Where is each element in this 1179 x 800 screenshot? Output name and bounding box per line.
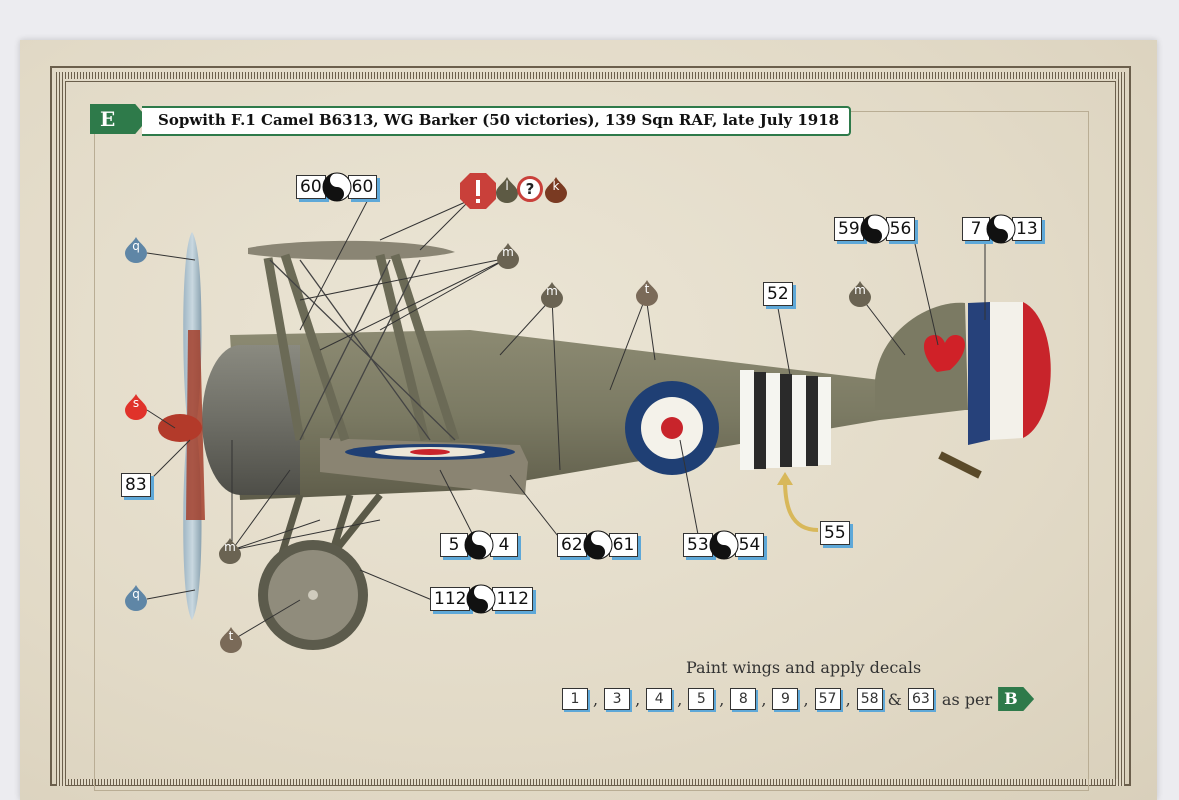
decal-ref: 57 [814, 688, 841, 710]
scheme-ref-tag: B [998, 687, 1035, 711]
callout-112: 112 112 [430, 584, 533, 614]
decal-number: 56 [885, 217, 916, 241]
paint-drop-q-icon: q [125, 585, 147, 611]
yin-yang-icon [464, 530, 494, 560]
paint-code: k [552, 179, 560, 193]
question-icon: ? [517, 176, 543, 202]
decal-number: 83 [121, 473, 151, 497]
as-per-label: as per [941, 689, 993, 709]
rudder-blue [968, 302, 990, 445]
callout-59-56: 59 56 [834, 214, 916, 244]
paint-drop-t-icon: t [220, 627, 242, 653]
yin-yang-icon [583, 530, 613, 560]
yin-yang-icon [986, 214, 1016, 244]
decal-ref: 5 [688, 688, 715, 710]
paint-code: t [228, 629, 234, 643]
paint-drop-l-icon: l [496, 177, 518, 203]
paint-drop-m-icon: m [219, 538, 241, 564]
rudder-white [990, 302, 1023, 440]
decal-number: 112 [492, 587, 533, 611]
decal-ref: 1 [562, 688, 588, 710]
decal-ref: 9 [772, 688, 799, 710]
callout-7-13: 7 13 [962, 214, 1042, 244]
decal-number: 13 [1012, 217, 1042, 241]
stripe [818, 377, 831, 465]
stripe [780, 374, 792, 467]
paint-code: l [505, 179, 509, 193]
warning-icon [460, 173, 496, 209]
rudder-red [1023, 302, 1051, 438]
callout-55: 55 [820, 520, 850, 546]
decal-number: 61 [608, 533, 639, 557]
callout-60: 60 60 [296, 172, 378, 202]
paint-drop-m-icon: m [497, 243, 519, 269]
decal-ref: 3 [604, 688, 631, 710]
decal-ref: 63 [907, 688, 934, 710]
callout-62-61: 62 61 [557, 530, 639, 560]
paint-code: m [546, 284, 558, 298]
decal-number: 55 [820, 521, 850, 545]
aircraft-illustration [146, 191, 1051, 650]
upper-wing [248, 240, 455, 260]
decal-number: 52 [763, 282, 793, 306]
yin-yang-icon [466, 584, 496, 614]
paint-code: q [132, 587, 140, 601]
paint-code: t [644, 282, 650, 296]
paint-drop-k-icon: k [545, 177, 567, 203]
paint-drop-t-icon: t [636, 280, 658, 306]
decal-number: 112 [430, 587, 471, 611]
decal-reference-row: 1, 3, 4, 5, 8, 9, 57, 58 & 63 as per B [562, 687, 1035, 711]
spinner [158, 414, 202, 442]
roundel-red [661, 417, 683, 439]
stripe [806, 376, 818, 466]
decal-ref: 4 [646, 688, 673, 710]
decal-ref: 8 [730, 688, 757, 710]
ampersand: & [887, 689, 902, 709]
wing-roundel-red [410, 449, 450, 455]
paint-note: Paint wings and apply decals [686, 658, 922, 677]
paint-code: q [132, 239, 140, 253]
stripe [754, 372, 766, 469]
callout-5-4: 5 4 [440, 530, 518, 560]
yin-yang-icon [860, 214, 890, 244]
paint-code: m [854, 283, 866, 297]
callout-83: 83 [121, 472, 151, 498]
paint-drop-q-icon: q [125, 237, 147, 263]
decal-number: 4 [490, 533, 518, 557]
stripe [792, 375, 806, 467]
paint-code: m [502, 245, 514, 259]
yin-yang-icon [709, 530, 739, 560]
callout-53-54: 53 54 [683, 530, 765, 560]
decal-number: 54 [734, 533, 765, 557]
paint-drop-m-icon: m [849, 281, 871, 307]
callout-52: 52 [763, 281, 793, 307]
paint-drop-s-icon: s [125, 394, 147, 420]
yin-yang-icon [322, 172, 352, 202]
paint-drop-m-icon: m [541, 282, 563, 308]
decal-number: 60 [347, 175, 378, 199]
decal-ref: 58 [856, 688, 883, 710]
paint-code: m [224, 540, 236, 554]
stripe [766, 373, 780, 468]
stripe [740, 370, 754, 470]
paint-code: s [132, 396, 140, 410]
